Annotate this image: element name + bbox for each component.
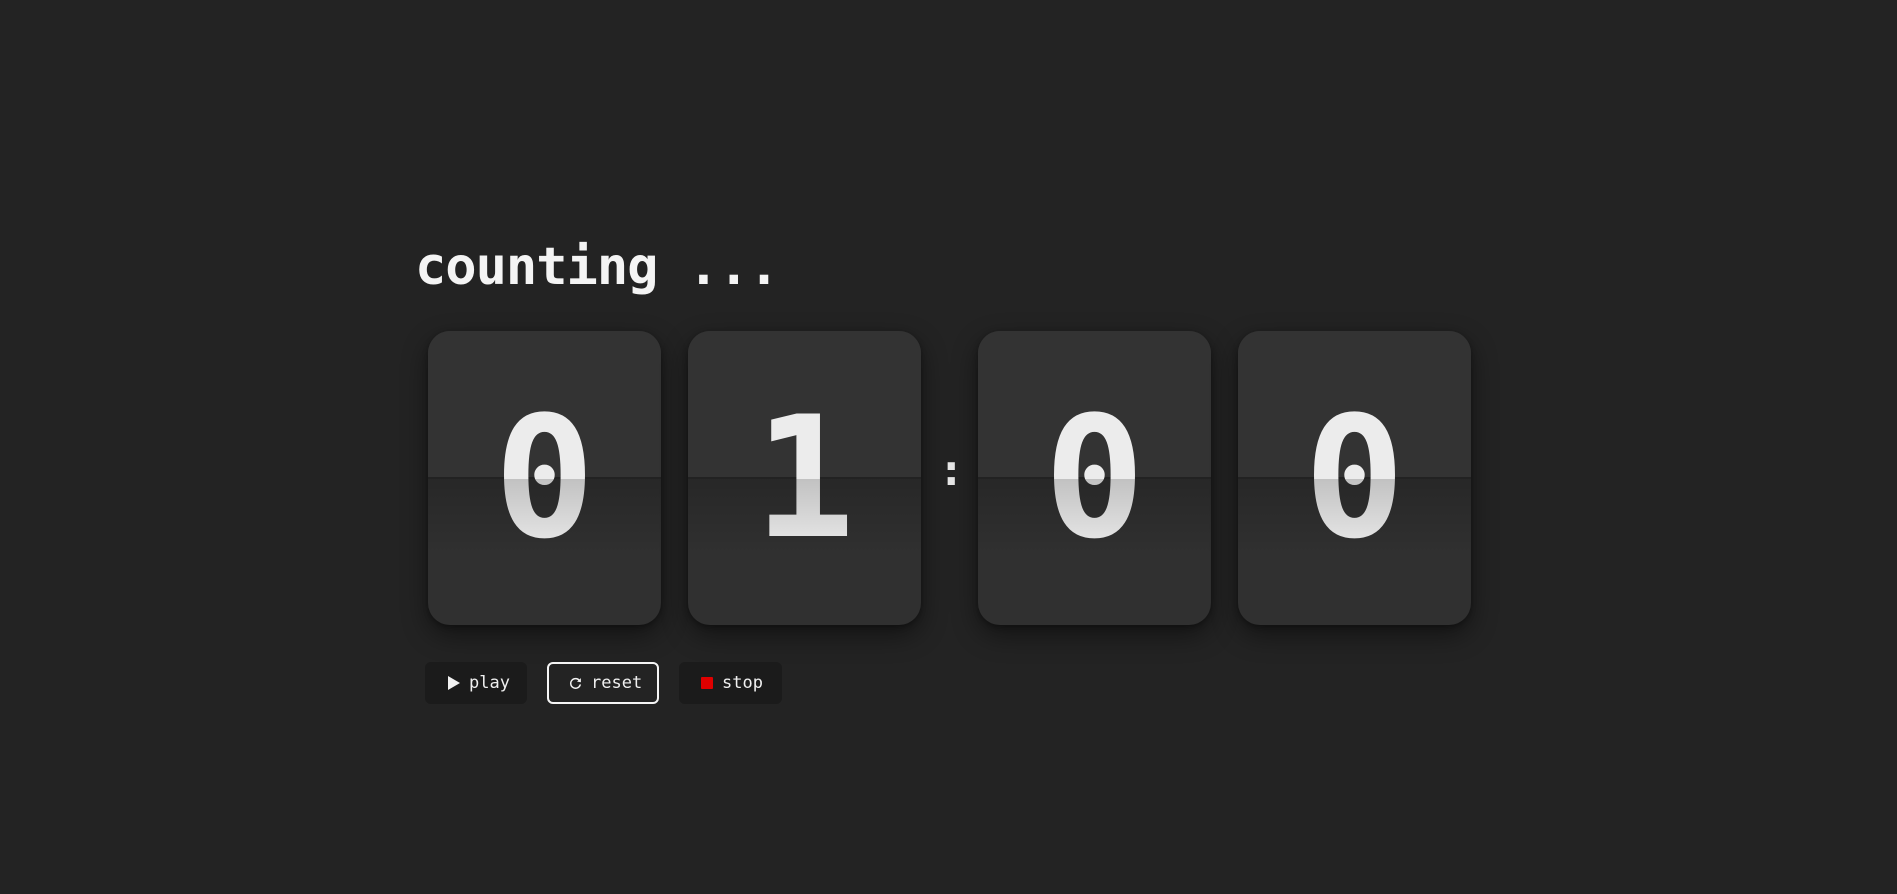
stop-icon [701,676,713,690]
digit-hours-tens: 0 [493,380,596,576]
timer-page: counting ... 0 1 : 0 0 play reset stop [0,0,1897,894]
timer-controls: play reset stop [425,662,782,704]
stop-button-label: stop [722,673,763,693]
play-button-label: play [469,673,510,693]
play-button[interactable]: play [425,662,527,704]
digit-minutes-tens: 0 [1043,380,1146,576]
reset-button-label: reset [591,673,643,693]
play-icon [447,676,460,690]
stop-button[interactable]: stop [679,662,782,704]
digit-hours-ones: 1 [753,380,856,576]
reset-button[interactable]: reset [547,662,659,704]
status-title: counting ... [415,237,780,297]
time-separator: : [938,445,965,496]
refresh-icon [569,676,582,690]
digit-card-hours-ones: 1 [688,331,921,625]
digit-card-minutes-tens: 0 [978,331,1211,625]
digit-card-minutes-ones: 0 [1238,331,1471,625]
digit-minutes-ones: 0 [1303,380,1406,576]
digit-card-hours-tens: 0 [428,331,661,625]
